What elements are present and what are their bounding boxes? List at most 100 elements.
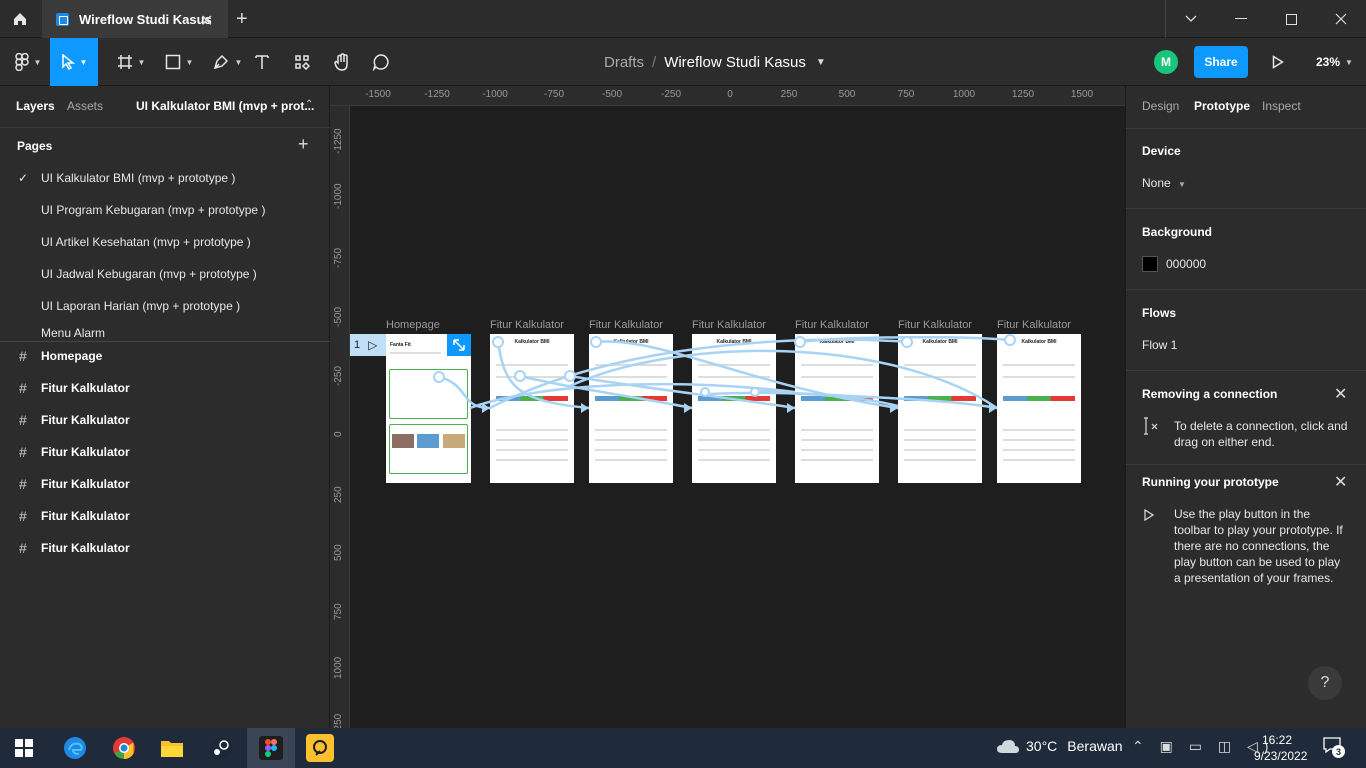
share-button[interactable]: Share [1194,46,1248,78]
chevron-up-icon[interactable]: ⌃ [305,99,313,110]
background-swatch[interactable] [1142,256,1158,272]
tab-close-button[interactable]: ✕ [200,11,213,31]
divider [1126,464,1366,465]
file-name[interactable]: Wireflow Studi Kasus [664,54,806,71]
divider [1126,289,1366,290]
tab-inspect[interactable]: Inspect [1262,99,1301,113]
home-button[interactable] [0,0,40,38]
new-tab-button[interactable]: + [236,8,248,31]
file-explorer-icon[interactable] [158,734,186,762]
figma-logo-icon [259,736,283,760]
disconnect-icon [1142,416,1164,436]
cloud-icon [997,740,1019,753]
chrome-icon[interactable] [110,734,138,762]
page-item[interactable]: UI Artikel Kesehatan (mvp + prototype ) [0,226,330,258]
canvas[interactable]: -1500 -1250 -1000 -750 -500 -250 0 250 5… [330,86,1125,728]
device-select[interactable]: None ▼ [1142,176,1186,190]
weather-widget[interactable]: 30°C Berawan [996,738,1123,754]
layer-item[interactable]: # Fitur Kalkulator [0,532,330,564]
zoom-menu[interactable]: 23% ▼ [1316,38,1353,86]
window-close-button[interactable] [1316,0,1366,38]
frame-icon: # [19,412,27,428]
prototype-connections [433,334,1016,413]
layer-label: Fitur Kalkulator [41,445,130,459]
page-label: UI Program Kebugaran (mvp + prototype ) [41,203,266,217]
tab-design[interactable]: Design [1142,99,1179,113]
breadcrumb-separator: / [652,53,657,71]
flow-item[interactable]: Flow 1 [1142,338,1177,352]
clock[interactable]: 16:22 9/23/2022 [1254,732,1307,764]
flow-number: 1 [354,339,361,351]
minimize-button[interactable] [1216,0,1266,38]
frame-icon [117,55,132,69]
chevron-down-icon: ▼ [79,57,88,67]
page-item[interactable]: UI Program Kebugaran (mvp + prototype ) [0,194,330,226]
add-page-button[interactable]: + [298,134,309,155]
pen-tool-button[interactable]: ▼ [204,38,250,86]
battery-icon[interactable]: ▭ [1189,738,1208,754]
current-page-selector[interactable]: UI Kalkulator BMI (mvp + prot... [136,99,314,113]
page-label: UI Kalkulator BMI (mvp + prototype ) [41,171,236,185]
text-tool-button[interactable] [250,38,274,86]
layer-item[interactable]: # Fitur Kalkulator [0,436,330,468]
tab-assets[interactable]: Assets [67,99,103,113]
close-icon[interactable]: ✕ [1334,472,1347,492]
removing-connection-text: To delete a connection, click and drag o… [1174,419,1348,449]
breadcrumb-drafts[interactable]: Drafts [604,54,644,71]
notification-badge: 3 [1332,745,1345,758]
chevron-down-icon[interactable]: ▼ [816,57,826,68]
main-menu-button[interactable]: ▼ [8,38,48,86]
layer-item-homepage[interactable]: # Homepage [0,340,330,372]
chevron-up-icon[interactable]: ⌃ [1132,738,1150,754]
page-item[interactable]: ✓ UI Kalkulator BMI (mvp + prototype ) [0,162,330,194]
maximize-button[interactable] [1266,0,1316,38]
tab-prototype[interactable]: Prototype [1194,99,1250,113]
frame-tool-button[interactable]: ▼ [108,38,154,86]
move-tool-button[interactable]: ▼ [50,38,98,86]
windows-start-icon[interactable] [10,734,38,762]
layer-item[interactable]: # Fitur Kalkulator [0,468,330,500]
title-tab-bar: Wireflow Studi Kasus ✕ + [0,0,1366,38]
page-item[interactable]: Menu Alarm [0,322,330,341]
divider [1126,128,1366,129]
frame-icon: # [19,444,27,460]
flow-starting-point[interactable]: 1 ▷ [350,334,386,356]
divider [1126,370,1366,371]
layer-item[interactable]: # Fitur Kalkulator [0,372,330,404]
help-button[interactable]: ? [1308,666,1342,700]
app-icon[interactable] [306,734,334,762]
shape-tool-button[interactable]: ▼ [156,38,202,86]
notification-button[interactable]: 3 [1322,736,1348,760]
meet-icon[interactable]: ▣ [1160,738,1179,754]
edge-icon[interactable] [61,734,89,762]
expand-icon[interactable] [447,334,471,356]
temperature: 30°C [1026,738,1058,754]
hand-tool-button[interactable] [330,38,354,86]
comment-tool-button[interactable] [369,38,393,86]
pen-icon [213,54,228,70]
pages-heading: Pages [17,139,53,153]
removing-connection-heading: Removing a connection [1142,387,1278,401]
tab-layers[interactable]: Layers [16,99,55,113]
figma-logo-icon [14,53,29,71]
steam-icon[interactable] [207,734,235,762]
close-icon[interactable]: ✕ [1334,384,1347,404]
device-heading: Device [1142,144,1181,158]
present-button[interactable] [1266,38,1290,86]
chevron-down-icon: ▼ [234,57,243,67]
resources-button[interactable] [290,38,314,86]
network-icon[interactable]: ◫ [1218,738,1237,754]
page-item[interactable]: UI Laporan Harian (mvp + prototype ) [0,290,330,322]
chevron-down-icon[interactable] [1166,0,1216,38]
chevron-down-icon: ▼ [1178,180,1186,189]
layer-label: Fitur Kalkulator [41,413,130,427]
play-icon: ▷ [368,338,378,352]
figma-taskbar-button[interactable] [247,728,295,768]
background-hex-input[interactable]: 000000 [1166,257,1206,271]
layer-label: Fitur Kalkulator [41,381,130,395]
layer-item[interactable]: # Fitur Kalkulator [0,404,330,436]
avatar[interactable]: M [1154,50,1178,74]
layer-item[interactable]: # Fitur Kalkulator [0,500,330,532]
page-item[interactable]: UI Jadwal Kebugaran (mvp + prototype ) [0,258,330,290]
play-icon [1144,508,1155,526]
